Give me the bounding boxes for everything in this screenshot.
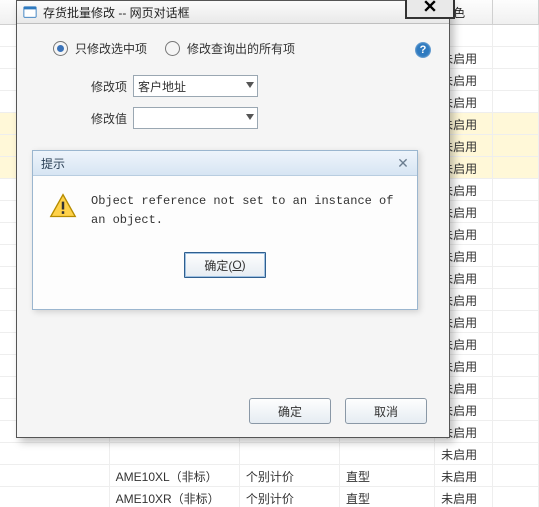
dialog-close-button[interactable] bbox=[405, 0, 455, 19]
grid-header-cell bbox=[493, 0, 539, 24]
table-row[interactable]: AME10XL（非标）个别计价直型未启用 bbox=[0, 465, 539, 487]
radio-selected-only-label: 只修改选中项 bbox=[75, 40, 147, 57]
table-cell bbox=[493, 399, 539, 420]
table-cell: 直型 bbox=[340, 487, 435, 507]
table-cell: AME10XL（非标） bbox=[110, 465, 240, 486]
alert-ok-button[interactable]: 确定(O) bbox=[184, 252, 266, 278]
table-cell bbox=[493, 69, 539, 90]
modify-value-combo[interactable] bbox=[133, 107, 258, 129]
table-cell bbox=[493, 47, 539, 68]
modify-field-value: 客户地址 bbox=[138, 78, 186, 95]
table-cell bbox=[493, 443, 539, 464]
table-cell bbox=[493, 201, 539, 222]
table-cell: 未启用 bbox=[435, 487, 493, 507]
table-cell bbox=[493, 135, 539, 156]
table-cell bbox=[493, 421, 539, 442]
table-cell bbox=[493, 355, 539, 376]
dialog-title: 存货批量修改 -- 网页对话框 bbox=[43, 4, 190, 21]
modify-field-label: 修改项 bbox=[77, 78, 127, 95]
table-cell bbox=[493, 377, 539, 398]
modify-field-combo[interactable]: 客户地址 bbox=[133, 75, 258, 97]
scope-radio-group: 只修改选中项 修改查询出的所有项 bbox=[53, 40, 429, 57]
chevron-down-icon bbox=[246, 82, 254, 88]
table-cell bbox=[240, 443, 340, 464]
radio-all-results[interactable] bbox=[165, 41, 180, 56]
table-cell bbox=[493, 91, 539, 112]
app-icon bbox=[23, 5, 37, 19]
alert-titlebar[interactable]: 提示 ✕ bbox=[33, 151, 417, 176]
alert-close-button[interactable]: ✕ bbox=[395, 155, 411, 171]
table-cell bbox=[110, 443, 240, 464]
modify-value-label: 修改值 bbox=[77, 110, 127, 127]
table-cell: 直型 bbox=[340, 465, 435, 486]
alert-message: Object reference not set to an instance … bbox=[91, 192, 401, 230]
table-row[interactable]: AME10XR（非标）个别计价直型未启用 bbox=[0, 487, 539, 507]
table-cell: 个别计价 bbox=[240, 487, 340, 507]
radio-selected-only[interactable] bbox=[53, 41, 68, 56]
table-cell bbox=[493, 487, 539, 507]
table-cell bbox=[0, 487, 110, 507]
radio-all-results-label: 修改查询出的所有项 bbox=[187, 40, 295, 57]
table-cell bbox=[493, 157, 539, 178]
table-cell bbox=[493, 333, 539, 354]
table-cell bbox=[493, 311, 539, 332]
table-row[interactable]: 未启用 bbox=[0, 443, 539, 465]
table-cell bbox=[493, 179, 539, 200]
table-cell bbox=[493, 245, 539, 266]
table-cell bbox=[0, 465, 110, 486]
table-cell bbox=[493, 25, 539, 46]
table-cell bbox=[493, 267, 539, 288]
table-cell bbox=[493, 223, 539, 244]
chevron-down-icon bbox=[246, 114, 254, 120]
dialog-ok-button[interactable]: 确定 bbox=[249, 398, 331, 424]
table-cell: 未启用 bbox=[435, 465, 493, 486]
dialog-cancel-button[interactable]: 取消 bbox=[345, 398, 427, 424]
alert-title: 提示 bbox=[41, 155, 65, 172]
dialog-titlebar[interactable]: 存货批量修改 -- 网页对话框 bbox=[17, 1, 449, 24]
table-cell bbox=[340, 443, 435, 464]
table-cell: 未启用 bbox=[435, 443, 493, 464]
table-cell bbox=[493, 465, 539, 486]
table-cell: AME10XR（非标） bbox=[110, 487, 240, 507]
table-cell bbox=[0, 443, 110, 464]
table-cell: 个别计价 bbox=[240, 465, 340, 486]
error-alert: 提示 ✕ Object reference not set to an inst… bbox=[32, 150, 418, 310]
table-cell bbox=[493, 113, 539, 134]
table-cell bbox=[493, 289, 539, 310]
help-icon[interactable]: ? bbox=[415, 42, 431, 58]
warning-icon bbox=[49, 192, 77, 220]
